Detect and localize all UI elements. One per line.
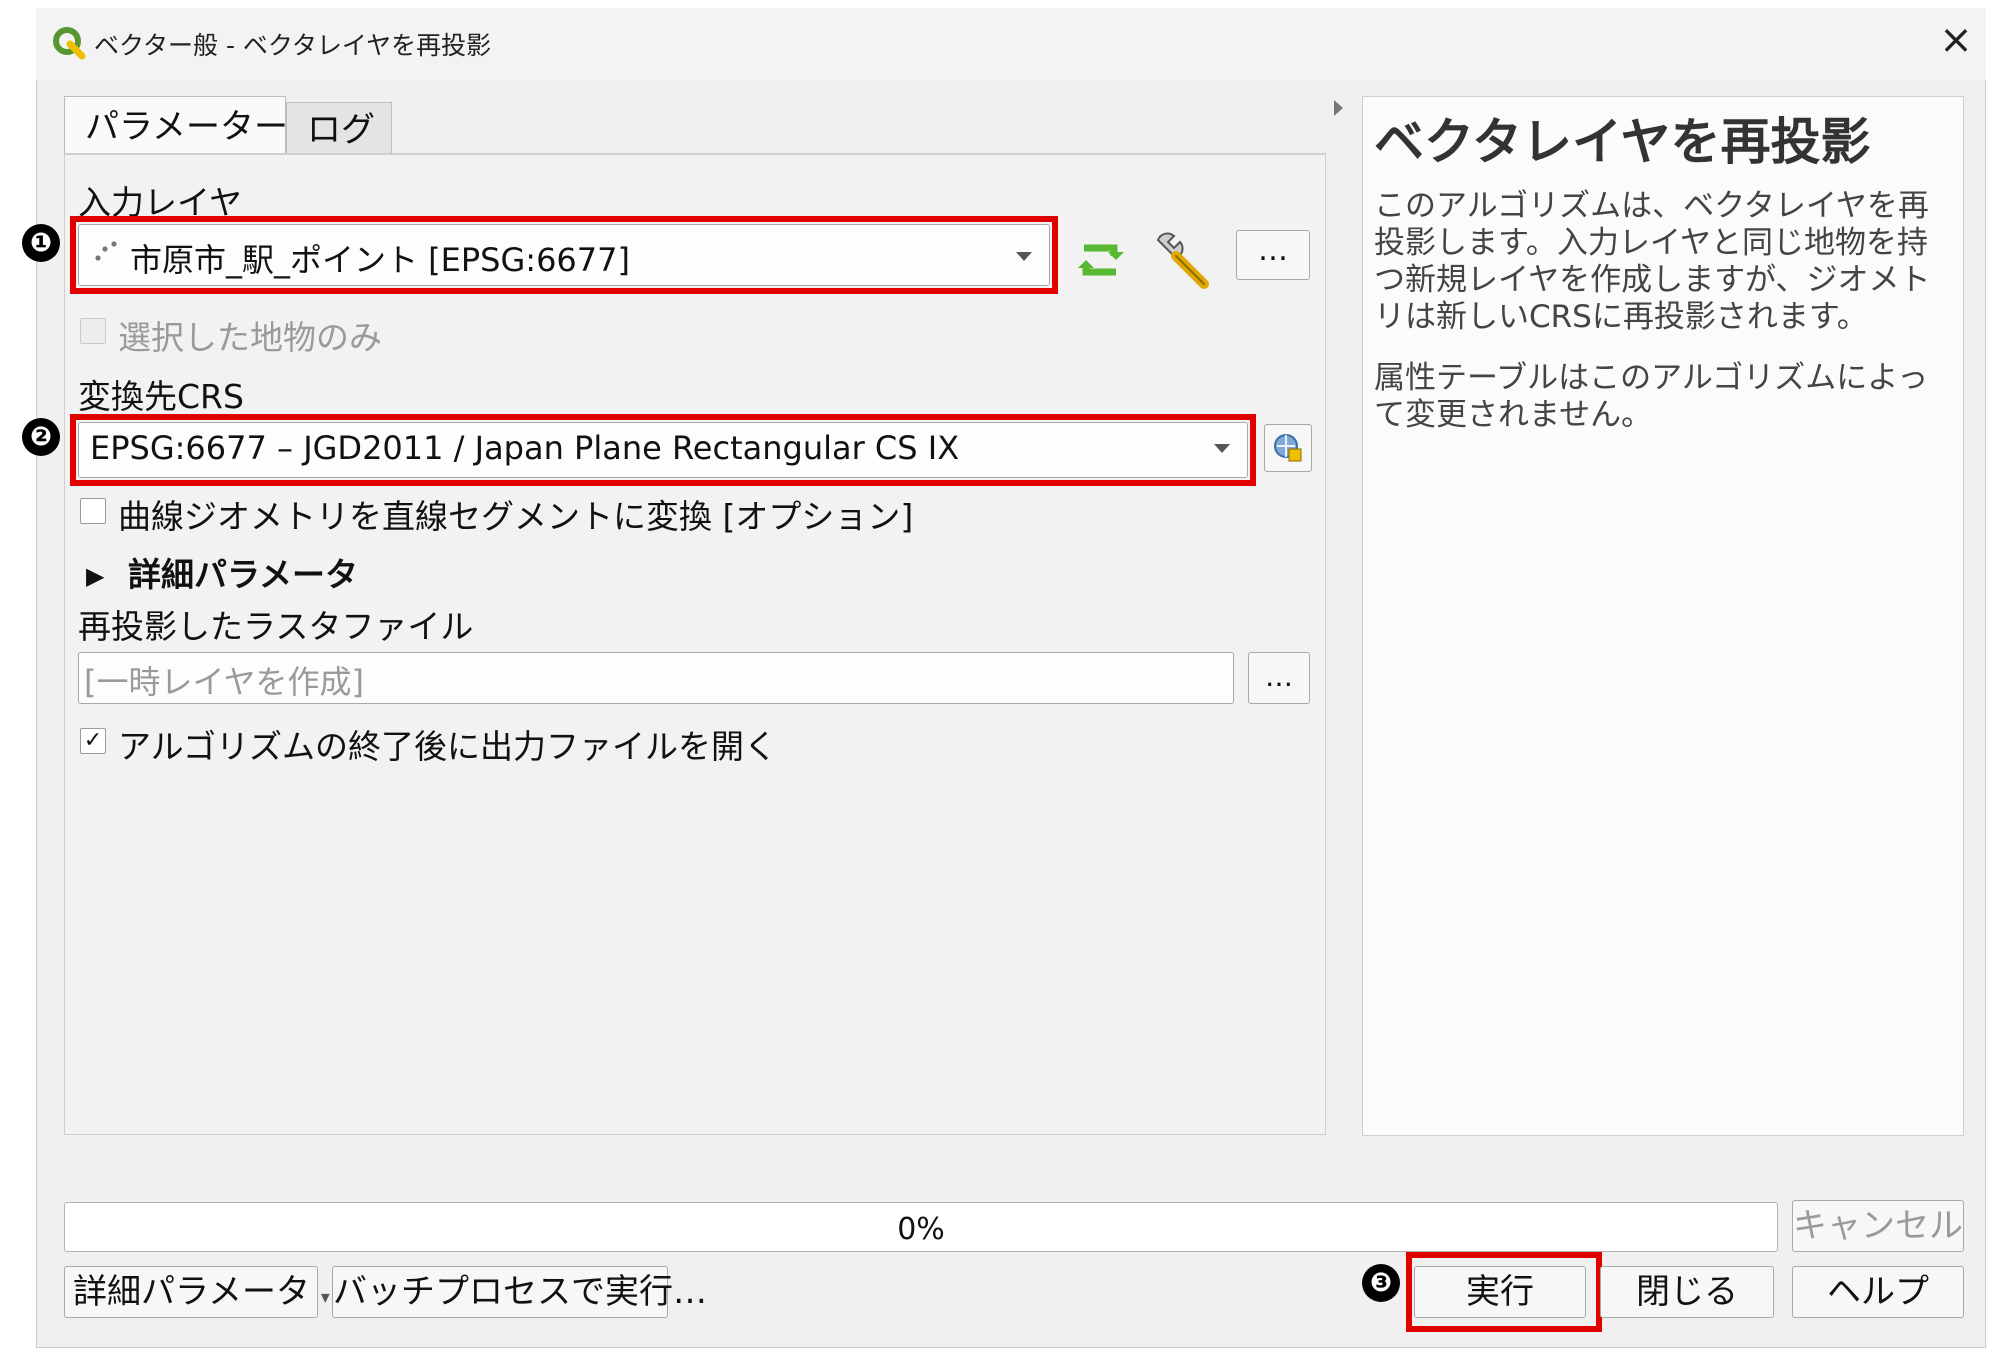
more-ellipsis: … bbox=[1258, 233, 1288, 268]
advanced-button-label: 詳細パラメータ bbox=[73, 1272, 310, 1312]
help-title: ベクタレイヤを再投影 bbox=[1374, 113, 1871, 171]
batch-process-button[interactable]: バッチプロセスで実行… bbox=[332, 1266, 707, 1318]
highlight-box-1 bbox=[70, 216, 1058, 294]
open-output-label: アルゴリズムの終了後に出力ファイルを開く bbox=[118, 727, 778, 766]
open-output-checkbox[interactable]: ✓ bbox=[80, 728, 106, 754]
annotation-3: ❸ bbox=[1362, 1264, 1400, 1302]
tab-log[interactable]: ログ bbox=[286, 102, 392, 154]
advanced-parameters-group[interactable]: 詳細パラメータ bbox=[128, 548, 358, 596]
close-button[interactable]: 閉じる bbox=[1600, 1266, 1774, 1318]
help-paragraph-2: 属性テーブルはこのアルゴリズムによって変更されません。 bbox=[1374, 360, 1929, 433]
window-title: ベクター般 - ベクタレイヤを再投影 bbox=[94, 31, 492, 60]
iterate-icon[interactable] bbox=[1070, 232, 1130, 288]
input-layer-more-button[interactable]: … bbox=[1236, 230, 1310, 280]
highlight-box-2 bbox=[70, 414, 1256, 486]
crs-selector-icon bbox=[1274, 434, 1302, 462]
highlight-box-3 bbox=[1406, 1252, 1602, 1332]
curves-checkbox[interactable] bbox=[80, 498, 106, 524]
advanced-parameters-button[interactable]: 詳細パラメータ ▾ bbox=[64, 1266, 330, 1318]
annotation-2: ❷ bbox=[22, 418, 60, 456]
browse-ellipsis: … bbox=[1265, 660, 1293, 693]
annotation-1: ❶ bbox=[22, 224, 60, 262]
output-file-label: 再投影したラスタファイル bbox=[78, 607, 474, 646]
selected-only-label: 選択した地物のみ bbox=[118, 318, 382, 357]
expand-arrow-icon[interactable]: ▶ bbox=[86, 562, 104, 590]
wrench-icon[interactable] bbox=[1150, 228, 1216, 292]
help-paragraph-1: このアルゴリズムは、ベクタレイヤを再投影します。入力レイヤと同じ地物を持つ新規レ… bbox=[1374, 188, 1931, 335]
dropdown-arrow-icon: ▾ bbox=[320, 1287, 330, 1308]
close-icon[interactable]: × bbox=[1934, 18, 1978, 62]
curves-label: 曲線ジオメトリを直線セグメントに変換 [オプション] bbox=[118, 497, 914, 536]
target-crs-label: 変換先CRS bbox=[78, 377, 244, 416]
crs-selector-button[interactable] bbox=[1264, 424, 1312, 472]
selected-only-checkbox[interactable] bbox=[80, 318, 106, 344]
qgis-logo-icon bbox=[53, 27, 86, 60]
collapse-help-arrow-icon[interactable] bbox=[1334, 100, 1343, 116]
help-button[interactable]: ヘルプ bbox=[1792, 1266, 1964, 1318]
progress-text: 0% bbox=[897, 1212, 945, 1247]
tab-parameters[interactable]: パラメーター bbox=[64, 96, 288, 154]
output-file-browse-button[interactable]: … bbox=[1248, 652, 1310, 704]
output-file-placeholder: [一時レイヤを作成] bbox=[84, 663, 365, 701]
cancel-button[interactable]: キャンセル bbox=[1792, 1200, 1964, 1252]
